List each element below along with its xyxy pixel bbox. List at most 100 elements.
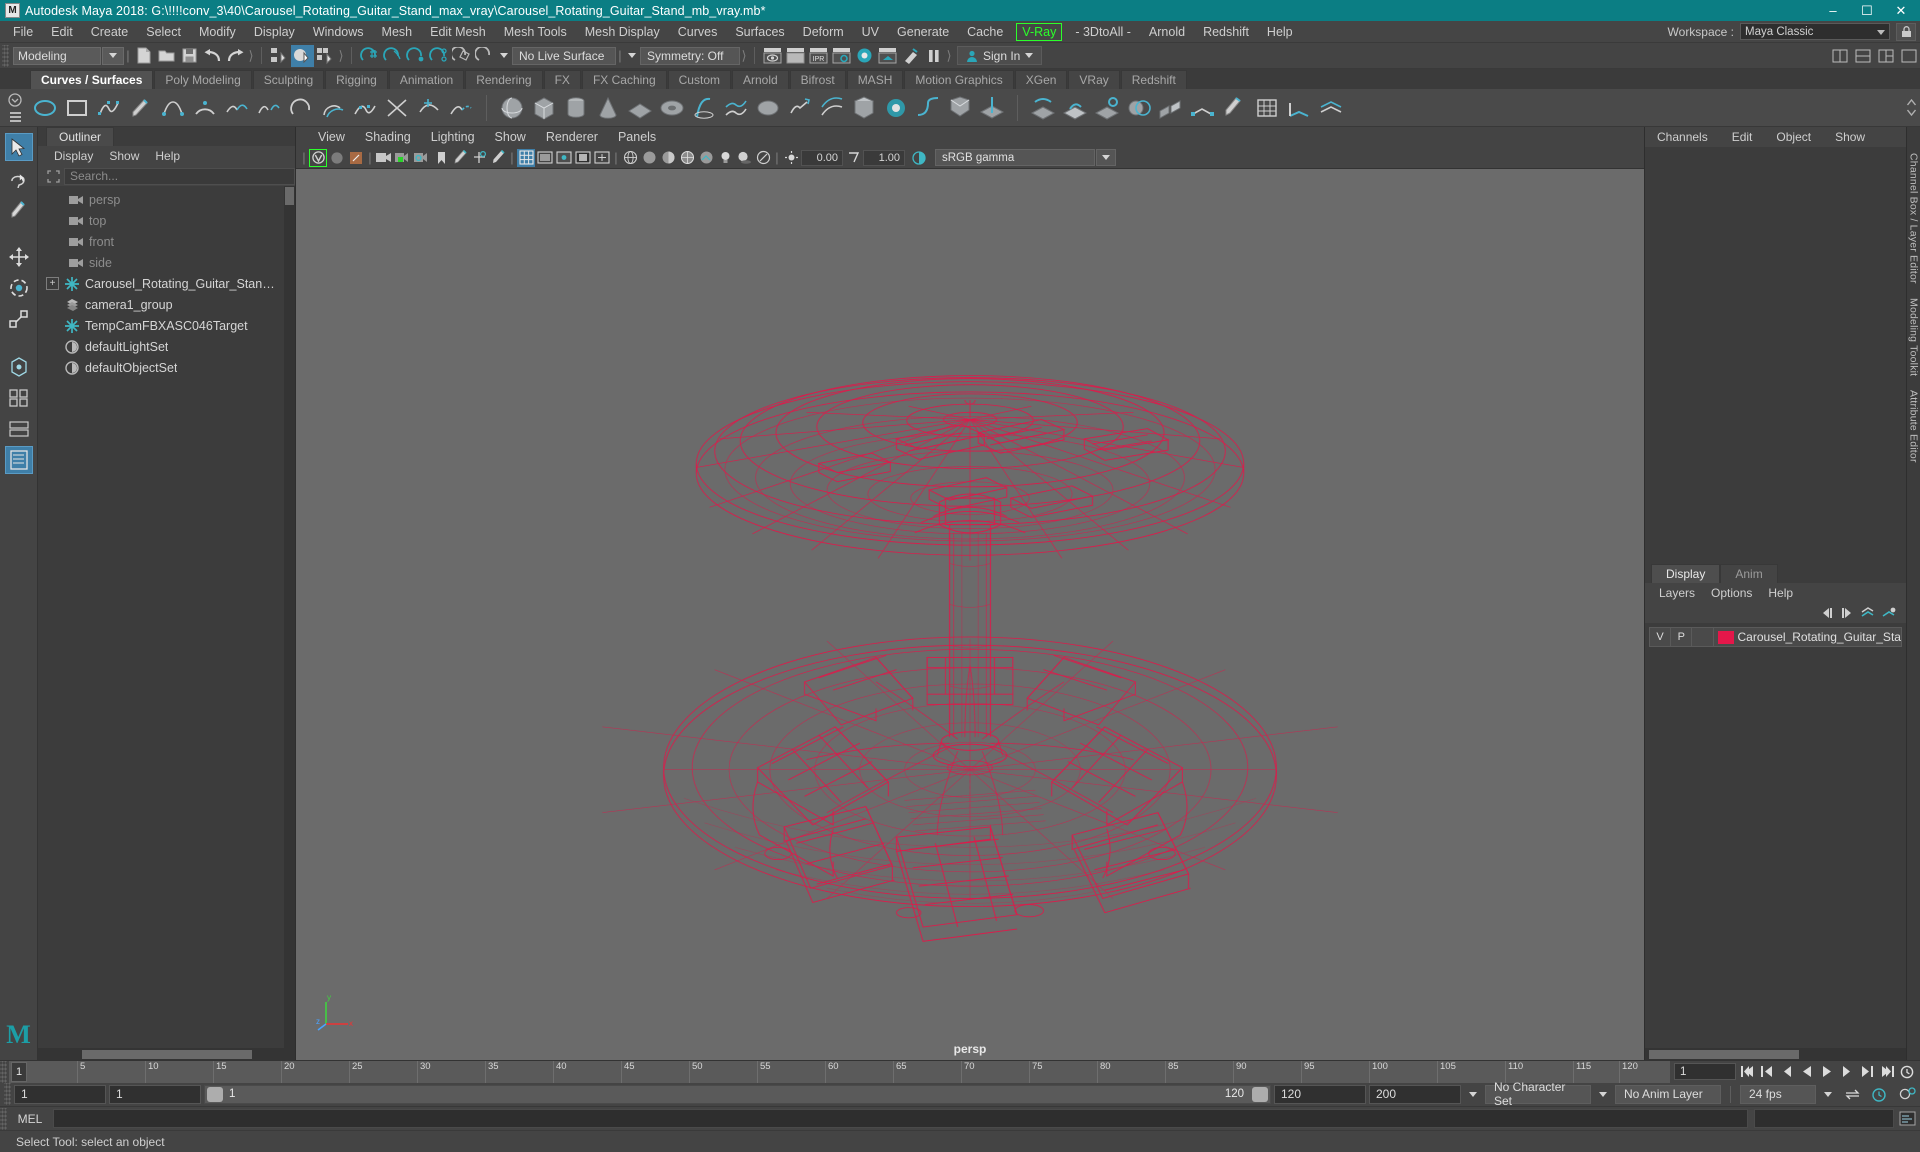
shelf-tab-vray[interactable]: VRay (1068, 70, 1120, 89)
shadows-button[interactable] (735, 149, 753, 167)
paint-select-tool-button[interactable] (5, 195, 33, 223)
outliner-item-tempcam-target[interactable]: TempCamFBXASC046Target (38, 315, 295, 336)
shelf-rebuild-curve[interactable] (352, 95, 378, 121)
playback-range-options-icon[interactable] (1464, 1085, 1482, 1103)
render-settings-button[interactable] (830, 45, 853, 67)
outliner-panel-toggle-button[interactable] (4, 446, 33, 474)
gate-mask-button[interactable] (574, 149, 592, 167)
color-management-toggle-button[interactable] (910, 149, 928, 167)
snap-grid-button[interactable] (358, 45, 381, 67)
step-back-key-button[interactable] (1758, 1063, 1776, 1081)
shelf-tab-fx-caching[interactable]: FX Caching (581, 70, 667, 89)
shelf-rebuild-surfaces[interactable] (1254, 95, 1280, 121)
symmetry-dropdown-arrow[interactable] (624, 46, 640, 66)
new-scene-button[interactable] (132, 45, 155, 67)
expand-panel-2-button[interactable] (1851, 45, 1874, 67)
outliner-vertical-scrollbar[interactable] (284, 186, 295, 1048)
grease-pencil-button[interactable] (451, 149, 469, 167)
snap-uv-button[interactable] (473, 45, 496, 67)
menu-edit-mesh[interactable]: Edit Mesh (421, 21, 495, 43)
use-all-lights-button[interactable] (716, 149, 734, 167)
shelf-attach-surfaces[interactable] (1158, 95, 1184, 121)
vtab-modeling-toolkit[interactable]: Modeling Toolkit (1908, 298, 1920, 376)
aa-button[interactable] (754, 149, 772, 167)
layer-prev-icon[interactable] (1820, 607, 1834, 619)
shelf-surface-editing[interactable] (1190, 95, 1216, 121)
select-camera-button[interactable] (328, 149, 346, 167)
animation-preferences-button[interactable] (1898, 1063, 1916, 1081)
shelf-fillet-blend[interactable] (947, 95, 973, 121)
current-time-field[interactable]: 1 (1674, 1063, 1736, 1080)
outliner-item-default-object-set[interactable]: defaultObjectSet (38, 357, 295, 378)
shelf-birail[interactable] (819, 95, 845, 121)
render-sequence-button[interactable] (784, 45, 807, 67)
fps-select[interactable]: 24 fps (1740, 1084, 1816, 1104)
camera-attributes-button[interactable] (375, 149, 393, 167)
menuset-dropdown-arrow[interactable] (102, 46, 124, 65)
viewport-menu-shading[interactable]: Shading (355, 130, 421, 144)
outliner-menu-display[interactable]: Display (46, 149, 101, 163)
viewport-menu-lighting[interactable]: Lighting (421, 130, 485, 144)
2d-pan-zoom-button[interactable] (593, 149, 611, 167)
channels-menu[interactable]: Channels (1645, 130, 1720, 144)
viewport-menu-show[interactable]: Show (485, 130, 536, 144)
shelf-tab-sculpting[interactable]: Sculpting (252, 70, 325, 89)
shelf-extrude[interactable] (787, 95, 813, 121)
shelf-tab-bifrost[interactable]: Bifrost (789, 70, 846, 89)
shelf-detach-curve[interactable] (256, 95, 282, 121)
end-time-field[interactable]: 200 (1369, 1084, 1461, 1104)
shelf-menu-handle[interactable] (0, 89, 30, 126)
shelf-nurbs-square[interactable] (64, 95, 90, 121)
command-line-grip[interactable] (0, 1107, 7, 1130)
live-surface-field[interactable]: No Live Surface (512, 46, 616, 65)
command-language-label[interactable]: MEL (7, 1112, 53, 1126)
color-management-arrow[interactable] (1096, 149, 1116, 166)
character-set-select[interactable]: No Character Set (1485, 1080, 1591, 1108)
vray-vfb-button[interactable] (309, 148, 327, 167)
shelf-cv-curve[interactable] (96, 95, 122, 121)
layer-tab-display[interactable]: Display (1651, 564, 1721, 583)
outliner-item-carousel[interactable]: + Carousel_Rotating_Guitar_Stand_ncl1 (38, 273, 295, 294)
menu-generate[interactable]: Generate (888, 21, 958, 43)
shelf-nurbs-cone[interactable] (595, 95, 621, 121)
shelf-planar[interactable] (755, 95, 781, 121)
shelf-tab-poly-modeling[interactable]: Poly Modeling (154, 70, 252, 89)
start-time-field[interactable]: 1 (14, 1084, 106, 1104)
workspace-select[interactable]: Maya Classic (1740, 23, 1890, 40)
shelf-attach-curve[interactable] (224, 95, 250, 121)
time-slider-grip[interactable] (0, 1060, 7, 1083)
vtab-channel-box-layer-editor[interactable]: Channel Box / Layer Editor (1908, 153, 1920, 284)
film-gate-button[interactable] (536, 149, 554, 167)
outliner-item-front[interactable]: front (38, 231, 295, 252)
menu-help[interactable]: Help (1258, 21, 1302, 43)
range-slider[interactable]: 1 120 (204, 1084, 1271, 1104)
outliner-item-camera1-group[interactable]: camera1_group (38, 294, 295, 315)
maximize-button[interactable]: ☐ (1850, 0, 1884, 21)
shelf-nurbs-plane[interactable] (627, 95, 653, 121)
layer-help-menu[interactable]: Help (1760, 586, 1801, 600)
new-layer-from-selected-icon[interactable] (1881, 607, 1896, 620)
range-slider-grip[interactable] (4, 1083, 11, 1105)
shade-all-button[interactable] (659, 149, 677, 167)
hypershade-button[interactable] (853, 45, 876, 67)
shelf-stitch[interactable] (1318, 95, 1344, 121)
outliner-horizontal-scrollbar[interactable] (38, 1048, 295, 1060)
shelf-extend-curve[interactable] (448, 95, 474, 121)
outliner-tree[interactable]: persp top front side + Carousel_Rotating… (38, 186, 295, 1048)
ipr-render-button[interactable]: IPR (807, 45, 830, 67)
shelf-sculpt-geometry[interactable] (1222, 95, 1248, 121)
shelf-intersect-surfaces[interactable] (979, 95, 1005, 121)
step-forward-frame-button[interactable] (1838, 1063, 1856, 1081)
expand-panel-4-button[interactable] (1897, 45, 1920, 67)
shelf-arc-curve[interactable] (192, 95, 218, 121)
layer-shading-toggle[interactable] (1692, 628, 1714, 646)
range-end-field[interactable]: 120 (1274, 1084, 1366, 1104)
outliner-item-persp[interactable]: persp (38, 189, 295, 210)
layer-row[interactable]: V P Carousel_Rotating_Guitar_Stan (1649, 627, 1902, 647)
menu-curves[interactable]: Curves (669, 21, 727, 43)
menu-3dtoall[interactable]: - 3DtoAll - (1066, 21, 1140, 43)
range-start-field[interactable]: 1 (109, 1084, 201, 1104)
menu-file[interactable]: File (4, 21, 42, 43)
shelf-loft[interactable] (723, 95, 749, 121)
animation-prefs-button[interactable] (1867, 1085, 1891, 1103)
